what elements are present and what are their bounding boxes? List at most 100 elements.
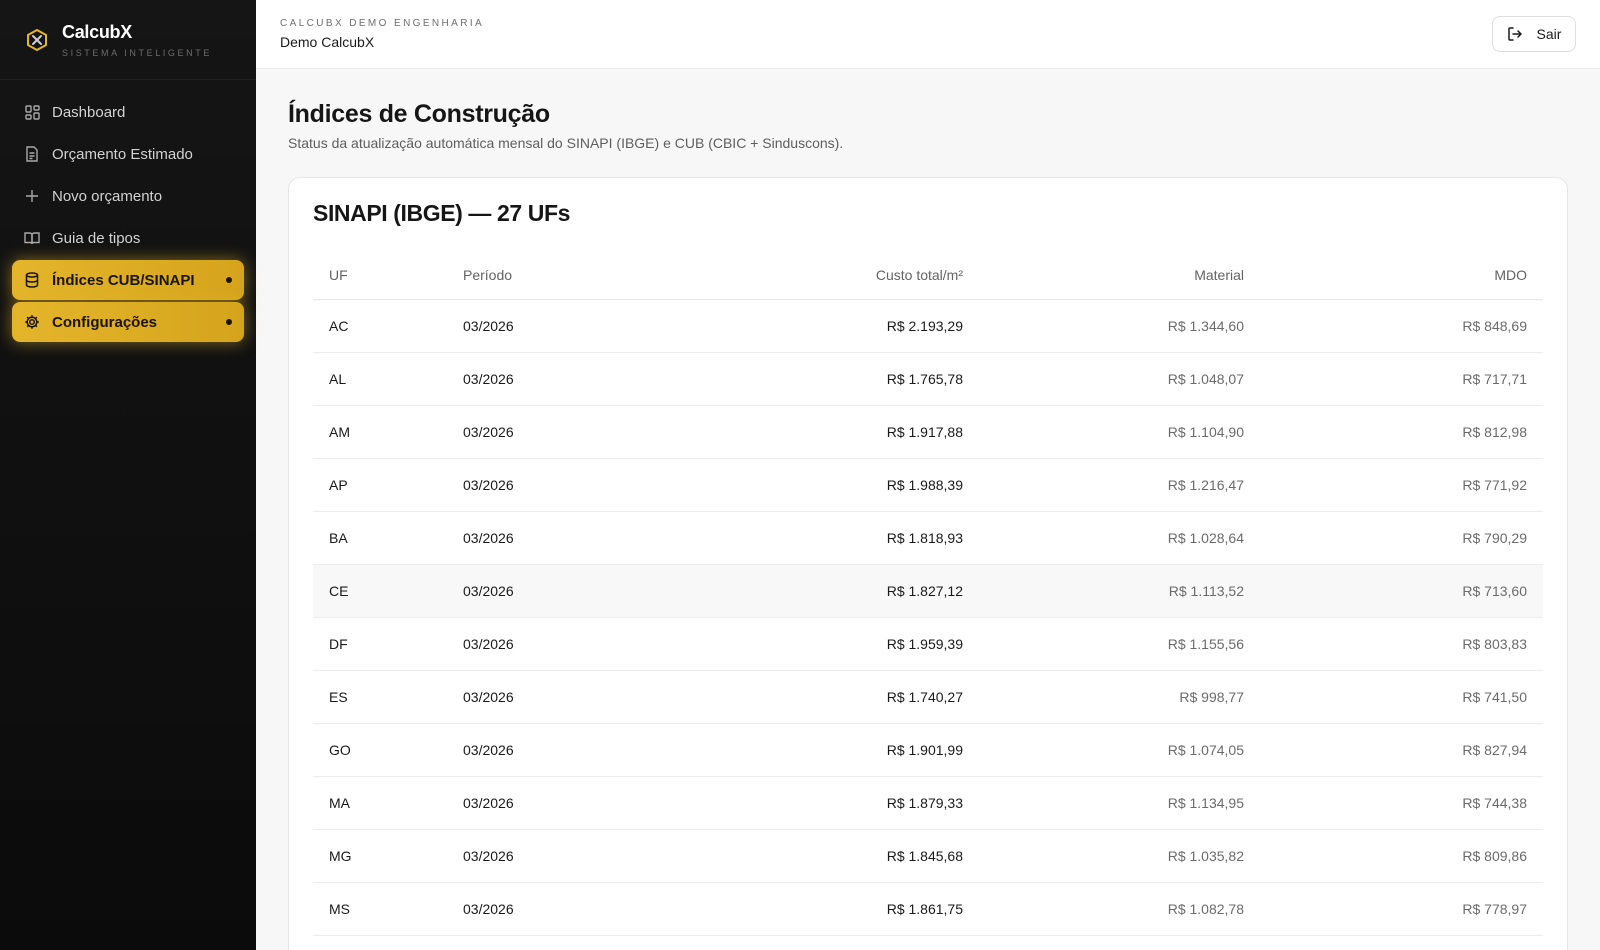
logout-icon (1507, 26, 1523, 42)
cell-custo-total: R$ 1.765,78 (886, 371, 963, 387)
column-header-periodo: Período (463, 266, 513, 283)
card-title: SINAPI (IBGE) — 27 UFs (313, 200, 571, 226)
cell-mdo: R$ 713,60 (1462, 583, 1527, 599)
cell-mdo: R$ 744,38 (1462, 795, 1527, 811)
sidebar-item-orcamento-estimado[interactable]: Orçamento Estimado (12, 134, 244, 174)
column-header-uf: UF (329, 266, 348, 283)
cell-periodo: 03/2026 (463, 901, 514, 917)
cell-mdo: R$ 717,71 (1462, 371, 1527, 387)
cell-mdo: R$ 790,29 (1462, 530, 1527, 546)
table-row[interactable]: ES 03/2026 R$ 1.740,27 R$ 998,77 R$ 741,… (313, 671, 1543, 724)
cell-mdo: R$ 827,94 (1462, 742, 1527, 758)
table-row[interactable]: BA 03/2026 R$ 1.818,93 R$ 1.028,64 R$ 79… (313, 512, 1543, 565)
cell-mdo: R$ 771,92 (1462, 477, 1527, 493)
logout-label: Sair (1536, 26, 1562, 42)
brand-subtitle: SISTEMA INTELIGENTE (62, 47, 212, 58)
table-row[interactable]: AM 03/2026 R$ 1.917,88 R$ 1.104,90 R$ 81… (313, 406, 1543, 459)
cell-material: R$ 1.155,56 (1167, 636, 1244, 652)
cell-uf: AL (329, 371, 347, 387)
cell-periodo: 03/2026 (463, 636, 514, 652)
cell-periodo: 03/2026 (463, 530, 514, 546)
brand[interactable]: CalcubX SISTEMA INTELIGENTE (0, 0, 256, 80)
sidebar-item-label: Orçamento Estimado (52, 145, 193, 163)
cell-uf: MG (329, 848, 352, 864)
cell-material: R$ 1.344,60 (1167, 318, 1244, 334)
brand-name: CalcubX (62, 21, 132, 42)
logout-button[interactable]: Sair (1492, 16, 1576, 52)
cell-custo-total: R$ 1.861,75 (886, 901, 963, 917)
cell-material: R$ 1.035,82 (1167, 848, 1244, 864)
cell-periodo: 03/2026 (463, 583, 514, 599)
table-body: AC 03/2026 R$ 2.193,29 R$ 1.344,60 R$ 84… (313, 300, 1543, 936)
column-header-mdo: MDO (1494, 266, 1527, 283)
table-row[interactable]: AP 03/2026 R$ 1.988,39 R$ 1.216,47 R$ 77… (313, 459, 1543, 512)
cell-mdo: R$ 741,50 (1462, 689, 1527, 705)
cell-periodo: 03/2026 (463, 848, 514, 864)
table-row[interactable]: MS 03/2026 R$ 1.861,75 R$ 1.082,78 R$ 77… (313, 883, 1543, 936)
cell-uf: ES (329, 689, 348, 705)
cell-periodo: 03/2026 (463, 689, 514, 705)
page-title: Índices de Construção (288, 100, 550, 128)
account-name: Demo CalcubX (280, 34, 375, 50)
cell-custo-total: R$ 1.740,27 (886, 689, 963, 705)
sidebar-item-indices-cub-sinapi[interactable]: Índices CUB/SINAPI (12, 260, 244, 300)
sidebar: CalcubX SISTEMA INTELIGENTE Dashboard Or… (0, 0, 256, 950)
cell-uf: MS (329, 901, 350, 917)
cell-uf: GO (329, 742, 351, 758)
column-header-material: Material (1194, 266, 1244, 283)
table-row[interactable]: DF 03/2026 R$ 1.959,39 R$ 1.155,56 R$ 80… (313, 618, 1543, 671)
cell-custo-total: R$ 1.879,33 (886, 795, 963, 811)
cell-uf: AP (329, 477, 348, 493)
cell-material: R$ 1.134,95 (1167, 795, 1244, 811)
cell-uf: MA (329, 795, 350, 811)
sidebar-nav: Dashboard Orçamento Estimado Novo orçame… (0, 80, 256, 342)
active-indicator-dot (226, 277, 232, 283)
table-row[interactable]: AL 03/2026 R$ 1.765,78 R$ 1.048,07 R$ 71… (313, 353, 1543, 406)
database-icon (24, 272, 40, 288)
book-icon (24, 230, 40, 246)
sidebar-item-label: Índices CUB/SINAPI (52, 271, 195, 289)
cell-material: R$ 1.048,07 (1167, 371, 1244, 387)
cell-custo-total: R$ 1.845,68 (886, 848, 963, 864)
sidebar-item-guia-de-tipos[interactable]: Guia de tipos (12, 218, 244, 258)
column-header-custo-total: Custo total/m² (875, 266, 963, 283)
sidebar-item-configuracoes[interactable]: Configurações (12, 302, 244, 342)
cell-mdo: R$ 778,97 (1462, 901, 1527, 917)
cell-periodo: 03/2026 (463, 477, 514, 493)
top-bar: CALCUBX DEMO ENGENHARIA Demo CalcubX Sai… (256, 0, 1600, 69)
table-row[interactable]: GO 03/2026 R$ 1.901,99 R$ 1.074,05 R$ 82… (313, 724, 1543, 777)
sidebar-item-label: Configurações (52, 313, 158, 331)
sinapi-table: UF Período Custo total/m² Material MDO A… (313, 250, 1543, 936)
cell-uf: BA (329, 530, 348, 546)
table-row[interactable]: AC 03/2026 R$ 2.193,29 R$ 1.344,60 R$ 84… (313, 300, 1543, 353)
sidebar-item-dashboard[interactable]: Dashboard (12, 92, 244, 132)
cell-uf: AC (329, 318, 349, 334)
page-header: Índices de Construção Status da atualiza… (288, 100, 1568, 151)
table-header: UF Período Custo total/m² Material MDO (313, 250, 1543, 300)
cell-material: R$ 1.028,64 (1167, 530, 1244, 546)
grid-icon (24, 104, 40, 120)
table-row[interactable]: MG 03/2026 R$ 1.845,68 R$ 1.035,82 R$ 80… (313, 830, 1543, 883)
page-subtitle: Status da atualização automática mensal … (288, 135, 844, 151)
table-row[interactable]: CE 03/2026 R$ 1.827,12 R$ 1.113,52 R$ 71… (313, 565, 1543, 618)
cell-uf: CE (329, 583, 349, 599)
cell-mdo: R$ 803,83 (1462, 636, 1527, 652)
cell-custo-total: R$ 1.959,39 (886, 636, 963, 652)
cell-periodo: 03/2026 (463, 742, 514, 758)
gear-icon (24, 314, 40, 330)
cell-custo-total: R$ 1.917,88 (886, 424, 963, 440)
table-row[interactable]: MA 03/2026 R$ 1.879,33 R$ 1.134,95 R$ 74… (313, 777, 1543, 830)
cell-custo-total: R$ 1.827,12 (886, 583, 963, 599)
sidebar-item-novo-orcamento[interactable]: Novo orçamento (12, 176, 244, 216)
cell-custo-total: R$ 1.818,93 (886, 530, 963, 546)
cell-material: R$ 1.074,05 (1167, 742, 1244, 758)
cell-custo-total: R$ 1.901,99 (886, 742, 963, 758)
sidebar-item-label: Dashboard (52, 103, 126, 121)
cell-periodo: 03/2026 (463, 371, 514, 387)
cell-periodo: 03/2026 (463, 318, 514, 334)
cell-material: R$ 1.113,52 (1168, 583, 1244, 599)
cell-material: R$ 1.104,90 (1167, 424, 1244, 440)
cell-material: R$ 998,77 (1179, 689, 1244, 705)
sidebar-item-label: Guia de tipos (52, 229, 141, 247)
cell-uf: DF (329, 636, 348, 652)
